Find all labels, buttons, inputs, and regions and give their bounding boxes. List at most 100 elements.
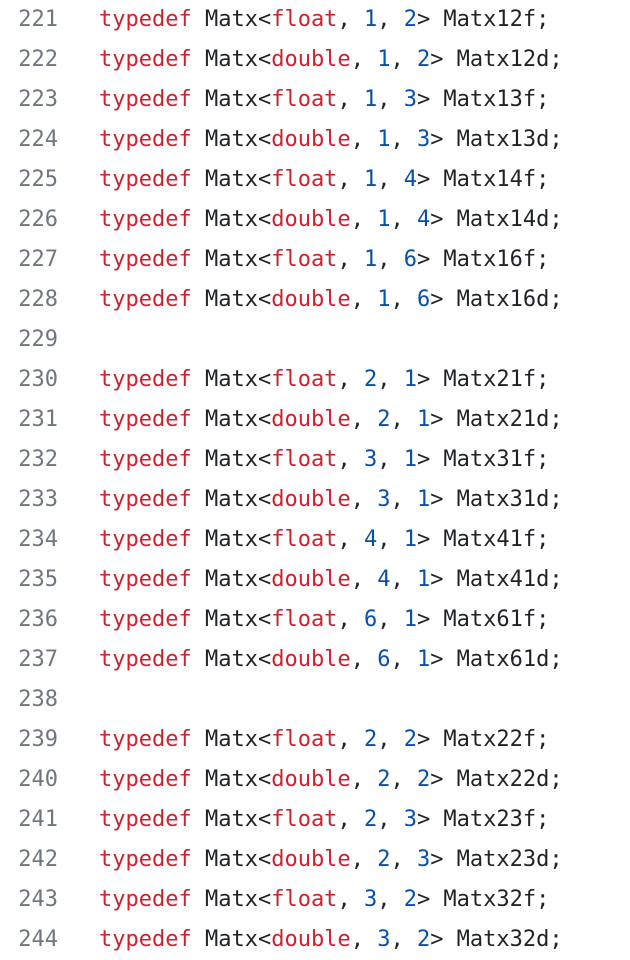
code-token-plain: > Matx61f; (416, 607, 550, 632)
line-number[interactable]: 229 (0, 320, 58, 360)
code-token-plain: , (377, 447, 404, 472)
line-number[interactable]: 242 (0, 840, 58, 880)
code-token-type: float (271, 887, 338, 912)
code-token-plain: , (390, 407, 417, 432)
code-token-type: double (271, 407, 351, 432)
code-line: 231 typedef Matx<double, 2, 1> Matx21d; (0, 400, 630, 440)
code-token-plain: > Matx61d; (430, 647, 563, 672)
line-number[interactable]: 231 (0, 400, 58, 440)
code-token-plain: , (337, 887, 364, 912)
line-number[interactable]: 221 (0, 0, 58, 40)
line-number[interactable]: 236 (0, 600, 58, 640)
code-token-plain: , (350, 647, 378, 672)
line-number[interactable]: 238 (0, 680, 58, 720)
line-number[interactable]: 227 (0, 240, 58, 280)
code-token-number: 6 (363, 607, 378, 632)
code-token-plain: , (350, 767, 378, 792)
code-token-type: double (271, 767, 351, 792)
code-token-plain: Matx< (191, 727, 272, 752)
code-token-number: 2 (363, 727, 378, 752)
code-token-type: float (271, 807, 338, 832)
code-line: 233 typedef Matx<double, 3, 1> Matx31d; (0, 480, 630, 520)
code-content: typedef Matx<double, 2, 3> Matx23d; (99, 840, 563, 880)
code-token-plain: Matx< (191, 807, 272, 832)
code-token-number: 2 (403, 727, 417, 752)
code-token-keyword: typedef (99, 927, 192, 952)
code-token-plain: > Matx21f; (416, 367, 550, 392)
code-token-type: float (271, 87, 338, 112)
code-token-plain: Matx< (191, 127, 272, 152)
code-line: 227 typedef Matx<float, 1, 6> Matx16f; (0, 240, 630, 280)
line-number[interactable]: 235 (0, 560, 58, 600)
code-token-plain: , (377, 367, 404, 392)
code-token-type: double (271, 207, 351, 232)
code-token-plain: Matx< (191, 767, 272, 792)
code-content: typedef Matx<double, 1, 4> Matx14d; (99, 200, 563, 240)
code-token-number: 1 (363, 247, 378, 272)
code-token-plain: Matx< (191, 247, 272, 272)
code-token-plain: , (377, 807, 404, 832)
code-token-keyword: typedef (99, 527, 192, 552)
code-token-plain: > Matx14f; (416, 167, 550, 192)
line-number[interactable]: 240 (0, 760, 58, 800)
code-token-plain: Matx< (191, 47, 272, 72)
code-token-plain: , (337, 447, 364, 472)
code-token-number: 1 (403, 367, 417, 392)
code-line: 236 typedef Matx<float, 6, 1> Matx61f; (0, 600, 630, 640)
code-token-keyword: typedef (99, 567, 192, 592)
code-token-number: 2 (416, 927, 431, 952)
code-token-plain: > Matx14d; (430, 207, 563, 232)
code-token-keyword: typedef (99, 127, 192, 152)
line-number[interactable]: 239 (0, 720, 58, 760)
code-token-number: 1 (377, 287, 391, 312)
code-line: 222 typedef Matx<double, 1, 2> Matx12d; (0, 40, 630, 80)
line-number[interactable]: 222 (0, 40, 58, 80)
line-number[interactable]: 243 (0, 880, 58, 920)
code-token-number: 3 (403, 87, 417, 112)
code-token-plain: , (377, 887, 404, 912)
code-token-plain: , (390, 647, 417, 672)
code-token-plain: , (337, 87, 364, 112)
line-number[interactable]: 234 (0, 520, 58, 560)
code-token-keyword: typedef (99, 7, 192, 32)
line-number[interactable]: 225 (0, 160, 58, 200)
line-number[interactable]: 233 (0, 480, 58, 520)
code-content: typedef Matx<float, 3, 1> Matx31f; (99, 440, 549, 480)
code-line: 223 typedef Matx<float, 1, 3> Matx13f; (0, 80, 630, 120)
code-token-number: 2 (416, 767, 431, 792)
line-number[interactable]: 232 (0, 440, 58, 480)
code-token-number: 1 (377, 207, 391, 232)
line-number[interactable]: 244 (0, 920, 58, 960)
code-line: 244 typedef Matx<double, 3, 2> Matx32d; (0, 920, 630, 960)
code-line: 237 typedef Matx<double, 6, 1> Matx61d; (0, 640, 630, 680)
line-number[interactable]: 230 (0, 360, 58, 400)
code-token-plain: Matx< (191, 87, 272, 112)
line-number[interactable]: 224 (0, 120, 58, 160)
code-token-plain: > Matx32f; (416, 887, 550, 912)
line-number[interactable]: 223 (0, 80, 58, 120)
code-token-plain: , (390, 767, 417, 792)
code-line: 221 typedef Matx<float, 1, 2> Matx12f; (0, 0, 630, 40)
code-token-number: 2 (363, 807, 378, 832)
code-line: 240 typedef Matx<double, 2, 2> Matx22d; (0, 760, 630, 800)
code-token-number: 2 (403, 7, 417, 32)
code-token-number: 1 (416, 567, 431, 592)
code-token-plain: , (350, 407, 378, 432)
code-content: typedef Matx<float, 2, 3> Matx23f; (99, 800, 549, 840)
code-token-type: double (271, 567, 351, 592)
code-token-plain: , (350, 927, 378, 952)
code-token-number: 4 (416, 207, 431, 232)
code-token-type: float (271, 527, 338, 552)
code-token-keyword: typedef (99, 287, 192, 312)
code-token-plain: Matx< (191, 567, 272, 592)
line-number[interactable]: 228 (0, 280, 58, 320)
code-token-plain: , (350, 287, 378, 312)
line-number[interactable]: 226 (0, 200, 58, 240)
line-number[interactable]: 241 (0, 800, 58, 840)
code-content: typedef Matx<float, 2, 1> Matx21f; (99, 360, 549, 400)
code-token-plain: > Matx16f; (416, 247, 550, 272)
code-line: 241 typedef Matx<float, 2, 3> Matx23f; (0, 800, 630, 840)
line-number[interactable]: 237 (0, 640, 58, 680)
code-token-plain: > Matx13f; (416, 87, 550, 112)
code-token-keyword: typedef (99, 607, 192, 632)
